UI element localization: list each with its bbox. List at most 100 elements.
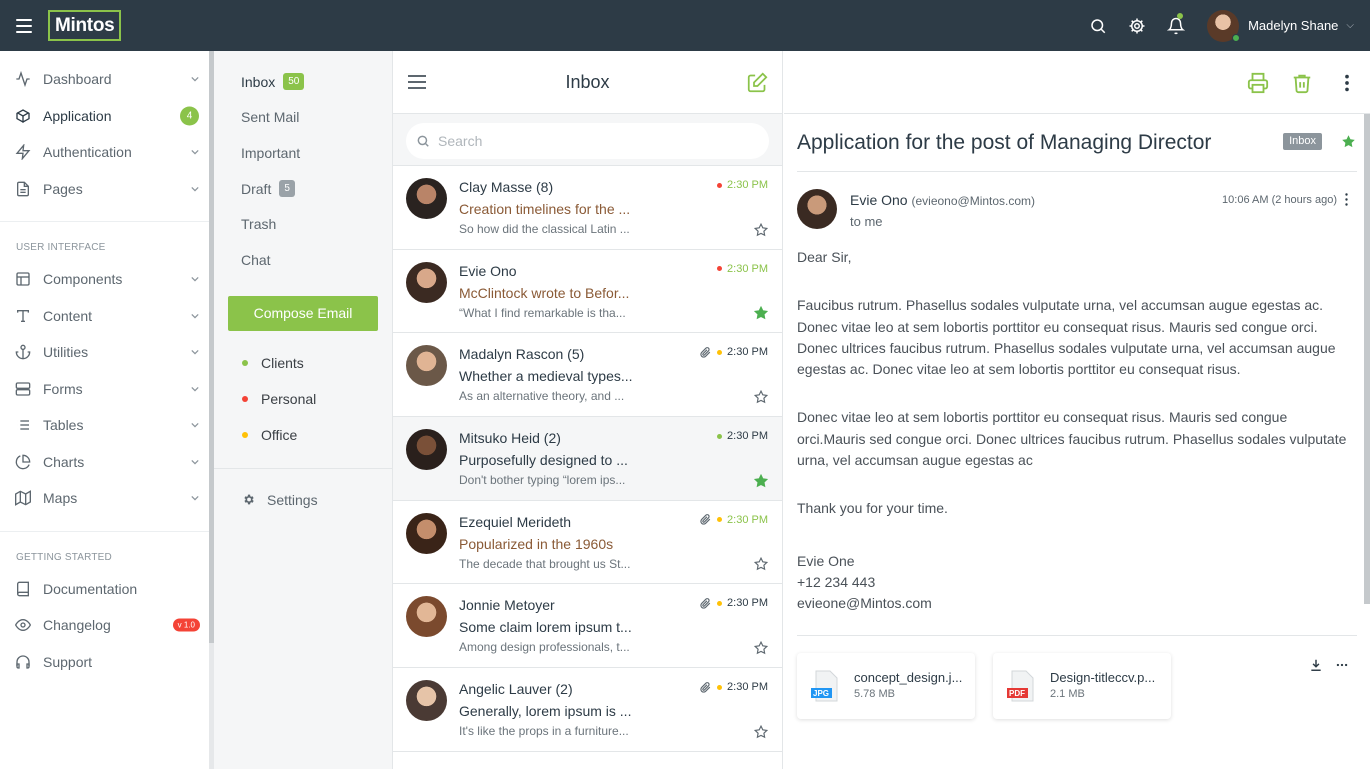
more-vertical-icon[interactable] <box>1345 193 1348 206</box>
star-icon[interactable] <box>754 306 768 320</box>
message-row[interactable]: Angelic Lauver (2) Generally, lorem ipsum… <box>393 668 782 752</box>
star-icon[interactable] <box>754 473 768 488</box>
sidebar-item-charts[interactable]: Charts <box>0 444 209 481</box>
time-text: 2:30 PM <box>727 597 768 610</box>
sidebar-item-authentication[interactable]: Authentication <box>0 134 209 171</box>
sender-name[interactable]: Evie Ono <box>850 192 908 208</box>
folder-draft[interactable]: Draft 5 <box>214 171 392 207</box>
star-icon[interactable] <box>754 641 768 655</box>
star-icon[interactable] <box>1341 134 1356 149</box>
sidebar-item-label: Pages <box>43 180 83 197</box>
section-heading: GETTING STARTED <box>16 551 112 563</box>
time-text: 2:30 PM <box>727 346 768 359</box>
chevron-down-icon[interactable]: ⌵ <box>1346 20 1354 31</box>
sidebar-item-forms[interactable]: Forms <box>0 371 209 408</box>
paragraph: Donec vitae leo at sem lobortis porttito… <box>797 409 1347 469</box>
sender-avatar[interactable] <box>406 512 447 554</box>
more-vertical-icon[interactable] <box>1336 72 1358 94</box>
folder-trash[interactable]: Trash <box>214 206 392 242</box>
label-color-dot <box>242 395 248 402</box>
sidebar-item-utilities[interactable]: Utilities <box>0 334 209 371</box>
chevron-down-icon <box>191 459 199 465</box>
sidebar-item-changelog[interactable]: Changelog v 1.0 <box>0 607 209 644</box>
sender-avatar[interactable] <box>797 189 837 229</box>
message-preview: As an alternative theory, and ... <box>459 389 625 404</box>
type-icon <box>15 308 31 324</box>
menu-toggle-icon[interactable] <box>0 0 48 51</box>
label-color-dot <box>242 431 248 438</box>
gear-icon[interactable] <box>1117 0 1156 51</box>
sender-avatar[interactable] <box>406 429 447 471</box>
trash-icon[interactable] <box>1291 72 1313 94</box>
message-row[interactable]: Mitsuko Heid (2) Purposefully designed to… <box>393 417 782 501</box>
star-icon[interactable] <box>754 222 768 237</box>
settings-label: Settings <box>267 491 318 508</box>
search-icon[interactable] <box>1078 0 1117 51</box>
reader-scrollbar[interactable] <box>1364 114 1370 604</box>
message-row[interactable]: Evie Ono McClintock wrote to Befor... “Wha… <box>393 250 782 334</box>
sender-avatar[interactable] <box>406 680 447 722</box>
message-preview: The decade that brought us St... <box>459 556 631 571</box>
star-icon[interactable] <box>754 724 768 739</box>
folder-sent-mail[interactable]: Sent Mail <box>214 100 392 136</box>
sidebar-item-components[interactable]: Components <box>0 261 209 298</box>
user-name[interactable]: Madelyn Shane <box>1248 18 1338 33</box>
sender-avatar[interactable] <box>406 596 447 638</box>
divider <box>214 468 392 470</box>
edit-icon[interactable] <box>747 72 768 93</box>
message-row[interactable]: Ezequiel Merideth Popularized in the 1960… <box>393 501 782 585</box>
attachment-item[interactable]: JPG concept_design.j... 5.78 MB <box>797 652 975 719</box>
more-horizontal-icon[interactable] <box>1335 658 1349 672</box>
sidebar-item-tables[interactable]: Tables <box>0 407 209 444</box>
sidebar-item-pages[interactable]: Pages <box>0 171 209 208</box>
download-icon[interactable] <box>1309 658 1323 672</box>
mail-folders: Inbox 50 Sent Mail Important Draft 5 Tra… <box>214 51 392 769</box>
sidebar-item-application[interactable]: Application 4 <box>0 98 209 135</box>
sidebar: Dashboard Application 4 Authentication P… <box>0 51 209 769</box>
bell-icon[interactable] <box>1156 0 1195 51</box>
message-row[interactable]: Madalyn Rascon (5) Whether a medieval typ… <box>393 333 782 418</box>
attachment-name: Design-titleccv.p... <box>1050 670 1156 686</box>
chevron-down-icon <box>191 350 199 355</box>
book-icon <box>15 581 31 597</box>
folder-chat[interactable]: Chat <box>214 242 392 278</box>
sidebar-item-documentation[interactable]: Documentation <box>0 571 209 608</box>
sidebar-item-maps[interactable]: Maps <box>0 480 209 517</box>
message-row[interactable]: Jonnie Metoyer Some claim lorem ipsum t..… <box>393 584 782 669</box>
user-avatar[interactable] <box>1207 9 1241 42</box>
menu-icon[interactable] <box>408 75 426 89</box>
label-personal[interactable]: Personal <box>214 381 392 417</box>
search-input[interactable] <box>438 133 738 149</box>
status-dot <box>717 349 723 355</box>
sender-avatar[interactable] <box>406 345 447 387</box>
sender-avatar[interactable] <box>406 261 447 303</box>
message-list: Inbox Clay Masse (8)Creation timelines f… <box>392 51 783 769</box>
pie-chart-icon <box>15 454 31 470</box>
attachment-item[interactable]: PDF Design-titleccv.p... 2.1 MB <box>993 652 1171 719</box>
label-clients[interactable]: Clients <box>214 346 392 382</box>
signature-name: Evie One <box>797 552 855 569</box>
file-icon <box>15 181 31 197</box>
sidebar-item-support[interactable]: Support <box>0 644 209 681</box>
search-field[interactable] <box>406 123 769 159</box>
closing: Thank you for your time. <box>797 500 948 517</box>
sidebar-item-dashboard[interactable]: Dashboard <box>0 61 209 98</box>
printer-icon[interactable] <box>1247 72 1269 94</box>
app-logo[interactable]: Mintos <box>48 10 122 41</box>
settings-link[interactable]: Settings <box>214 482 392 517</box>
sidebar-item-label: Authentication <box>43 144 132 161</box>
folder-inbox[interactable]: Inbox 50 <box>214 64 392 100</box>
time-text: 2:30 PM <box>727 179 768 191</box>
folder-tag[interactable]: Inbox <box>1283 133 1322 150</box>
folder-important[interactable]: Important <box>214 135 392 171</box>
count-badge: 5 <box>279 180 295 198</box>
sender-avatar[interactable] <box>406 178 447 219</box>
star-icon[interactable] <box>754 390 768 404</box>
message-time: 2:30 PM <box>717 263 768 275</box>
sidebar-item-content[interactable]: Content <box>0 298 209 335</box>
star-icon[interactable] <box>754 557 768 571</box>
compose-email-button[interactable]: Compose Email <box>228 295 378 331</box>
scrollbar-thumb[interactable] <box>1364 114 1370 604</box>
label-office[interactable]: Office <box>214 417 392 453</box>
message-row[interactable]: Clay Masse (8) Creation timelines for the… <box>393 166 782 250</box>
